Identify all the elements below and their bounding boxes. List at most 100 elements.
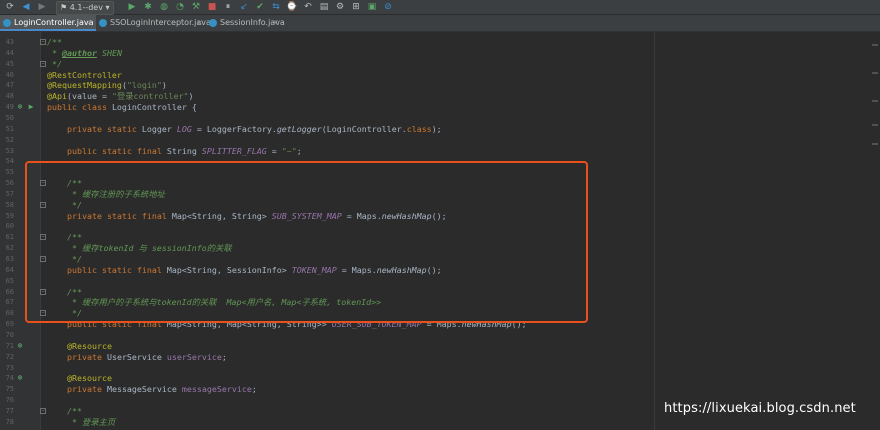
toolbar: ⟳ ◀ ▶ ⚑ 4.1--dev ▾ ▶ ✱ ◍ ◔ ⚒ ■ ⏸ ↙ ✔ ⇆ ⌚ ↶ ▤ ⚙ ⊞ ▣ ⊘ bbox=[0, 0, 880, 15]
code-token: SHEN bbox=[96, 47, 122, 58]
line-number: 62 bbox=[5, 244, 14, 253]
code-line[interactable]: @RestController bbox=[47, 70, 122, 81]
spring-bean-icon[interactable]: ⊛ bbox=[16, 103, 24, 111]
line-number: 73 bbox=[5, 363, 14, 372]
fold-marker-icon[interactable]: − bbox=[40, 60, 46, 67]
spring-bean-icon[interactable]: ⊛ bbox=[16, 374, 24, 382]
vcs-update-icon[interactable]: ↙ bbox=[238, 1, 250, 13]
code-line[interactable]: @Api(value = "登录controller") bbox=[47, 91, 194, 102]
code-token: /** bbox=[47, 405, 82, 416]
fold-marker-icon[interactable]: − bbox=[40, 234, 46, 241]
code-token: Logger bbox=[141, 123, 177, 134]
fold-marker-icon[interactable]: − bbox=[40, 201, 46, 208]
fold-marker-icon[interactable]: − bbox=[40, 288, 46, 295]
line-number: 58 bbox=[5, 200, 14, 209]
pause-icon[interactable]: ⏸ bbox=[222, 1, 234, 13]
line-number: 59 bbox=[5, 211, 14, 220]
structure-icon[interactable]: ⊞ bbox=[350, 1, 362, 13]
line-number: 70 bbox=[5, 330, 14, 339]
code-token: @RestController bbox=[47, 69, 122, 80]
sync-icon[interactable]: ⟳ bbox=[4, 1, 16, 13]
code-token: @RequestMapping bbox=[47, 80, 122, 91]
run-gutter-icon[interactable]: ▶ bbox=[27, 103, 35, 111]
line-number: 64 bbox=[5, 265, 14, 274]
close-tab-icon[interactable]: × bbox=[196, 15, 203, 31]
run-icon[interactable]: ▶ bbox=[126, 1, 138, 13]
error-stripe-scrollbar[interactable] bbox=[870, 32, 880, 430]
no-icon[interactable]: ⊘ bbox=[382, 1, 394, 13]
branch-selector[interactable]: ⚑ 4.1--dev ▾ bbox=[56, 1, 114, 15]
stripe-mark[interactable] bbox=[872, 100, 878, 102]
stripe-mark[interactable] bbox=[872, 72, 878, 74]
code-line[interactable]: * 登录主页 bbox=[47, 417, 115, 428]
tab-sessioninfo-java[interactable]: SessionInfo.java × bbox=[206, 15, 285, 31]
code-token: getLogger bbox=[276, 123, 322, 134]
code-token: private bbox=[47, 384, 107, 395]
code-token: private bbox=[47, 351, 107, 362]
code-line[interactable]: public class LoginController { bbox=[47, 102, 197, 113]
ide-window: ⟳ ◀ ▶ ⚑ 4.1--dev ▾ ▶ ✱ ◍ ◔ ⚒ ■ ⏸ ↙ ✔ ⇆ ⌚ ↶ ▤ ⚙ ⊞ ▣ ⊘ LoginCo… bbox=[0, 0, 880, 430]
debug-icon[interactable]: ✱ bbox=[142, 1, 154, 13]
java-class-icon bbox=[99, 19, 107, 27]
code-line[interactable]: */ bbox=[47, 59, 62, 70]
back-icon[interactable]: ◀ bbox=[20, 1, 32, 13]
code-token: messageService bbox=[181, 384, 252, 395]
code-line[interactable]: private UserService userService; bbox=[47, 352, 227, 363]
code-token: @Api bbox=[47, 91, 67, 102]
tab-logincontroller-java[interactable]: LoginController.java × bbox=[0, 15, 96, 31]
coverage-icon[interactable]: ◍ bbox=[158, 1, 170, 13]
tab-ssologininterceptor-java[interactable]: SSOLoginInterceptor.java × bbox=[96, 15, 211, 31]
fold-marker-icon[interactable]: − bbox=[40, 256, 46, 262]
stripe-mark[interactable] bbox=[872, 124, 878, 126]
code-token: @Resource bbox=[47, 340, 112, 351]
code-line[interactable]: /** bbox=[47, 406, 82, 417]
stripe-mark[interactable] bbox=[872, 44, 878, 46]
spring-bean-icon[interactable]: ⊛ bbox=[16, 341, 24, 350]
fold-marker-icon[interactable]: − bbox=[40, 39, 46, 45]
tab-label: LoginController.java bbox=[14, 18, 94, 27]
code-token: class bbox=[406, 123, 432, 134]
stripe-mark[interactable] bbox=[872, 143, 878, 145]
code-token: */ bbox=[47, 58, 62, 69]
fold-marker-icon[interactable]: − bbox=[40, 180, 46, 187]
java-class-icon bbox=[3, 19, 11, 27]
revert-icon[interactable]: ↶ bbox=[302, 1, 314, 13]
vcs-commit-icon[interactable]: ✔ bbox=[254, 1, 266, 13]
line-number: 75 bbox=[5, 385, 14, 394]
fold-marker-icon[interactable]: − bbox=[40, 310, 46, 317]
forward-icon[interactable]: ▶ bbox=[36, 1, 48, 13]
vcs-history-icon[interactable]: ⌚ bbox=[286, 1, 298, 13]
code-token: @author bbox=[62, 47, 97, 58]
code-line[interactable]: @Resource bbox=[47, 341, 112, 352]
code-token: * bbox=[47, 47, 62, 58]
code-token: userService bbox=[166, 351, 222, 362]
code-token: LOG bbox=[176, 123, 192, 134]
stop-icon[interactable]: ■ bbox=[206, 1, 218, 13]
code-line[interactable]: * @author SHEN bbox=[47, 48, 122, 59]
profile-icon[interactable]: ◔ bbox=[174, 1, 186, 13]
shelf-icon[interactable]: ▤ bbox=[318, 1, 330, 13]
code-token: /** bbox=[47, 37, 62, 47]
code-line[interactable]: private MessageService messageService; bbox=[47, 384, 257, 395]
code-token: @Resource bbox=[47, 373, 112, 384]
code-line[interactable]: @Resource bbox=[47, 373, 112, 384]
fold-marker-icon[interactable]: − bbox=[40, 407, 46, 414]
line-number: 44 bbox=[5, 48, 14, 57]
code-token: UserService bbox=[106, 351, 167, 362]
vcs-compare-icon[interactable]: ⇆ bbox=[270, 1, 282, 13]
code-token: LoginController { bbox=[111, 102, 197, 113]
close-tab-icon[interactable]: × bbox=[272, 15, 279, 31]
sdk-icon[interactable]: ▣ bbox=[366, 1, 378, 13]
code-line[interactable]: /** bbox=[47, 37, 62, 48]
line-number: 65 bbox=[5, 276, 14, 285]
code-line[interactable]: public static final String SPLITTER_FLAG… bbox=[47, 146, 302, 157]
code-token: public class bbox=[47, 102, 112, 113]
code-line[interactable]: @RequestMapping("login") bbox=[47, 80, 167, 91]
code-line[interactable]: private static Logger LOG = LoggerFactor… bbox=[47, 124, 442, 135]
settings-icon[interactable]: ⚙ bbox=[334, 1, 346, 13]
build-icon[interactable]: ⚒ bbox=[190, 1, 202, 13]
close-tab-icon[interactable]: × bbox=[86, 15, 93, 31]
line-number: 72 bbox=[5, 352, 14, 361]
code-token: "login" bbox=[126, 80, 162, 91]
line-number: 45 bbox=[5, 59, 14, 68]
